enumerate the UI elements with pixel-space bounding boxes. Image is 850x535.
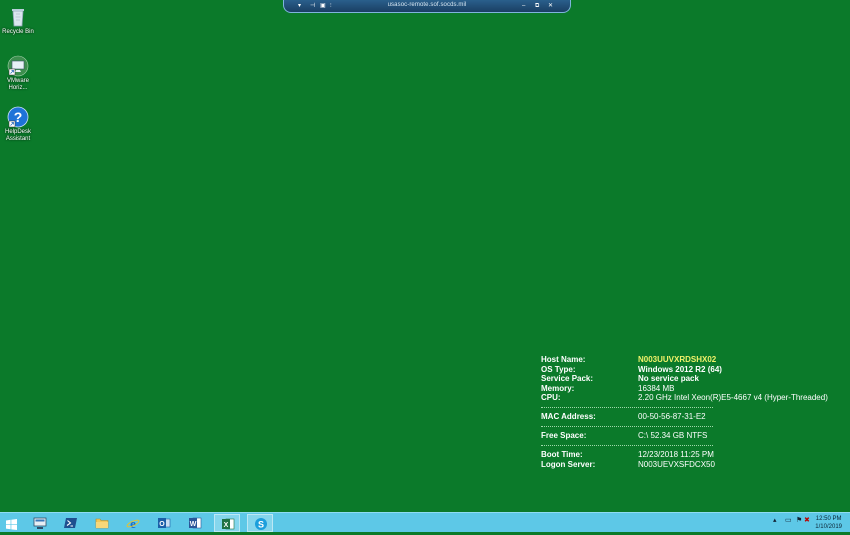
rdp-connection-bar: ▾ ⊣ ▣ ⫶ usasoc-remote.sof.socds.mil – ⧉ … (283, 0, 571, 13)
boot-time-label: Boot Time: (541, 450, 583, 459)
tray-chevron-up-icon[interactable]: ▴ (773, 516, 777, 524)
taskbar-word[interactable]: W (182, 514, 208, 532)
cpu-label: CPU: (541, 393, 561, 402)
bginfo-panel: Host Name: N003UUVXRDSHX02 OS Type: Wind… (541, 355, 831, 469)
service-pack-value: No service pack (638, 374, 699, 383)
vmware-horizon-icon (7, 55, 29, 77)
rdp-title: usasoc-remote.sof.socds.mil (387, 2, 467, 8)
windows-logo-icon (6, 519, 17, 530)
close-icon[interactable]: ✕ (548, 2, 553, 10)
free-space-row: Free Space: C:\ 52.34 GB NTFS (541, 431, 831, 441)
recycle-bin-label: Recycle Bin (2, 29, 34, 35)
ie-icon: e (126, 516, 140, 530)
helpdesk-icon: ? (7, 106, 29, 128)
helpdesk-label: HelpDesk Assistant (4, 129, 31, 142)
os-type-row: OS Type: Windows 2012 R2 (64) (541, 365, 831, 375)
desktop-icon-vmware-horizon[interactable]: VMware Horiz... (0, 55, 36, 92)
excel-icon: X (222, 518, 235, 530)
host-name-label: Host Name: (541, 355, 586, 364)
logon-server-row: Logon Server: N003UEVXSFDCX50 (541, 460, 831, 470)
os-type-value: Windows 2012 R2 (64) (638, 364, 722, 374)
taskbar: e O W X S ▴ ▭ ⚑ ✖ 12:50 PM 1/10/2019 (0, 512, 850, 532)
tray-flag-icon[interactable]: ⚑ (796, 516, 802, 524)
boot-time-row: Boot Time: 12/23/2018 11:25 PM (541, 450, 831, 460)
host-name-row: Host Name: N003UUVXRDSHX02 (541, 355, 831, 365)
skype-icon: S (255, 518, 267, 530)
logon-server-value: N003UEVXSFDCX50 (638, 459, 715, 469)
service-pack-row: Service Pack: No service pack (541, 374, 831, 384)
start-button[interactable] (6, 517, 17, 530)
memory-row: Memory: 16384 MB (541, 384, 831, 394)
tray-network-icon[interactable]: ▭ (785, 516, 792, 524)
clock-time: 12:50 PM (815, 516, 842, 522)
divider (541, 441, 831, 451)
free-space-value: C:\ 52.34 GB NTFS (638, 431, 708, 440)
taskbar-internet-explorer[interactable]: e (120, 514, 146, 532)
boot-time-value: 12/23/2018 11:25 PM (638, 450, 714, 459)
cpu-value: 2.20 GHz Intel Xeon(R)E5-4667 v4 (Hyper-… (638, 393, 828, 402)
desktop: ▾ ⊣ ▣ ⫶ usasoc-remote.sof.socds.mil – ⧉ … (0, 0, 850, 512)
memory-value: 16384 MB (638, 383, 675, 393)
server-manager-icon (33, 517, 47, 529)
powershell-icon (64, 518, 77, 528)
divider (541, 403, 831, 413)
svg-text:e: e (130, 516, 136, 530)
cpu-row: CPU: 2.20 GHz Intel Xeon(R)E5-4667 v4 (H… (541, 393, 831, 403)
taskbar-server-manager[interactable] (27, 514, 53, 532)
divider (541, 422, 831, 432)
word-icon: W (189, 517, 202, 529)
folder-icon (95, 518, 109, 529)
svg-text:S: S (258, 520, 264, 530)
recycle-bin-icon (7, 6, 29, 28)
os-type-label: OS Type: (541, 364, 576, 374)
restore-icon[interactable]: ⧉ (535, 2, 539, 10)
clock[interactable]: 12:50 PM 1/10/2019 (815, 515, 842, 531)
taskbar-powershell[interactable] (58, 514, 84, 532)
desktop-icon-helpdesk[interactable]: ? HelpDesk Assistant (0, 106, 36, 143)
free-space-label: Free Space: (541, 431, 587, 440)
mac-label: MAC Address: (541, 412, 596, 421)
clock-date: 1/10/2019 (815, 524, 842, 530)
tray-volume-muted-icon[interactable]: ✖ (804, 516, 810, 524)
desktop-icon-recycle-bin[interactable]: Recycle Bin (0, 6, 36, 36)
memory-label: Memory: (541, 383, 575, 393)
svg-text:W: W (190, 521, 197, 528)
outlook-icon: O (158, 518, 171, 528)
taskbar-excel[interactable]: X (214, 514, 240, 532)
service-pack-label: Service Pack: (541, 374, 594, 383)
mac-row: MAC Address: 00-50-56-87-31-E2 (541, 412, 831, 422)
logon-server-label: Logon Server: (541, 459, 596, 469)
host-name-value: N003UUVXRDSHX02 (638, 355, 717, 364)
svg-text:X: X (224, 522, 229, 529)
minimize-icon[interactable]: – (522, 2, 525, 10)
taskbar-file-explorer[interactable] (89, 514, 115, 532)
svg-text:O: O (159, 521, 165, 528)
vmware-horizon-label: VMware Horiz... (6, 78, 29, 91)
taskbar-outlook[interactable]: O (151, 514, 177, 532)
taskbar-skype[interactable]: S (247, 514, 273, 532)
mac-value: 00-50-56-87-31-E2 (638, 412, 706, 421)
